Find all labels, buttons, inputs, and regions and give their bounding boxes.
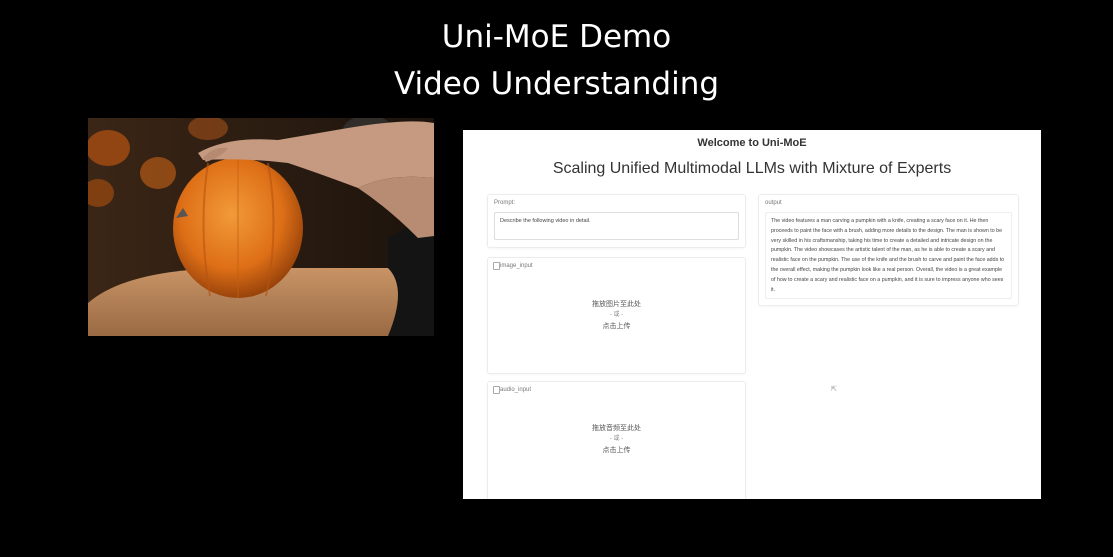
audio-icon [493, 386, 500, 394]
image-drop-text: 拖放图片至此处 [592, 301, 641, 308]
image-input-dropzone[interactable]: image_input 拖放图片至此处 - 或 - 点击上传 [487, 257, 746, 374]
output-label: output [765, 200, 782, 206]
output-text[interactable]: The video features a man carving a pumpk… [765, 212, 1012, 299]
slide-subtitle: Video Understanding [393, 66, 720, 102]
audio-input-dropzone[interactable]: audio_input 拖放音频至此处 - 或 - 点击上传 [487, 381, 746, 499]
app-heading: Scaling Unified Multimodal LLMs with Mix… [552, 160, 952, 177]
output-card: output The video features a man carving … [758, 194, 1019, 306]
prompt-label: Prompt: [494, 200, 516, 206]
welcome-text: Welcome to Uni-MoE [697, 137, 807, 149]
audio-drop-text: 拖放音频至此处 [592, 425, 641, 432]
prompt-card: Prompt: Describe the following video in … [487, 194, 746, 248]
pumpkin-carving-image [88, 118, 434, 336]
audio-input-label: audio_input [500, 387, 532, 393]
prompt-input[interactable]: Describe the following video in detail. [494, 212, 739, 240]
uni-moe-app: Welcome to Uni-MoE Scaling Unified Multi… [463, 130, 1041, 499]
slide-title: Uni-MoE Demo [441, 19, 672, 55]
image-input-label: image_input [500, 263, 533, 269]
mouse-cursor-icon: ⇱ [831, 386, 837, 393]
image-drop-or: - 或 - [609, 312, 624, 318]
audio-drop-or: - 或 - [609, 436, 624, 442]
video-frame [88, 118, 434, 336]
audio-click-upload[interactable]: 点击上传 [488, 445, 745, 456]
image-icon [493, 262, 500, 270]
image-click-upload[interactable]: 点击上传 [488, 321, 745, 332]
